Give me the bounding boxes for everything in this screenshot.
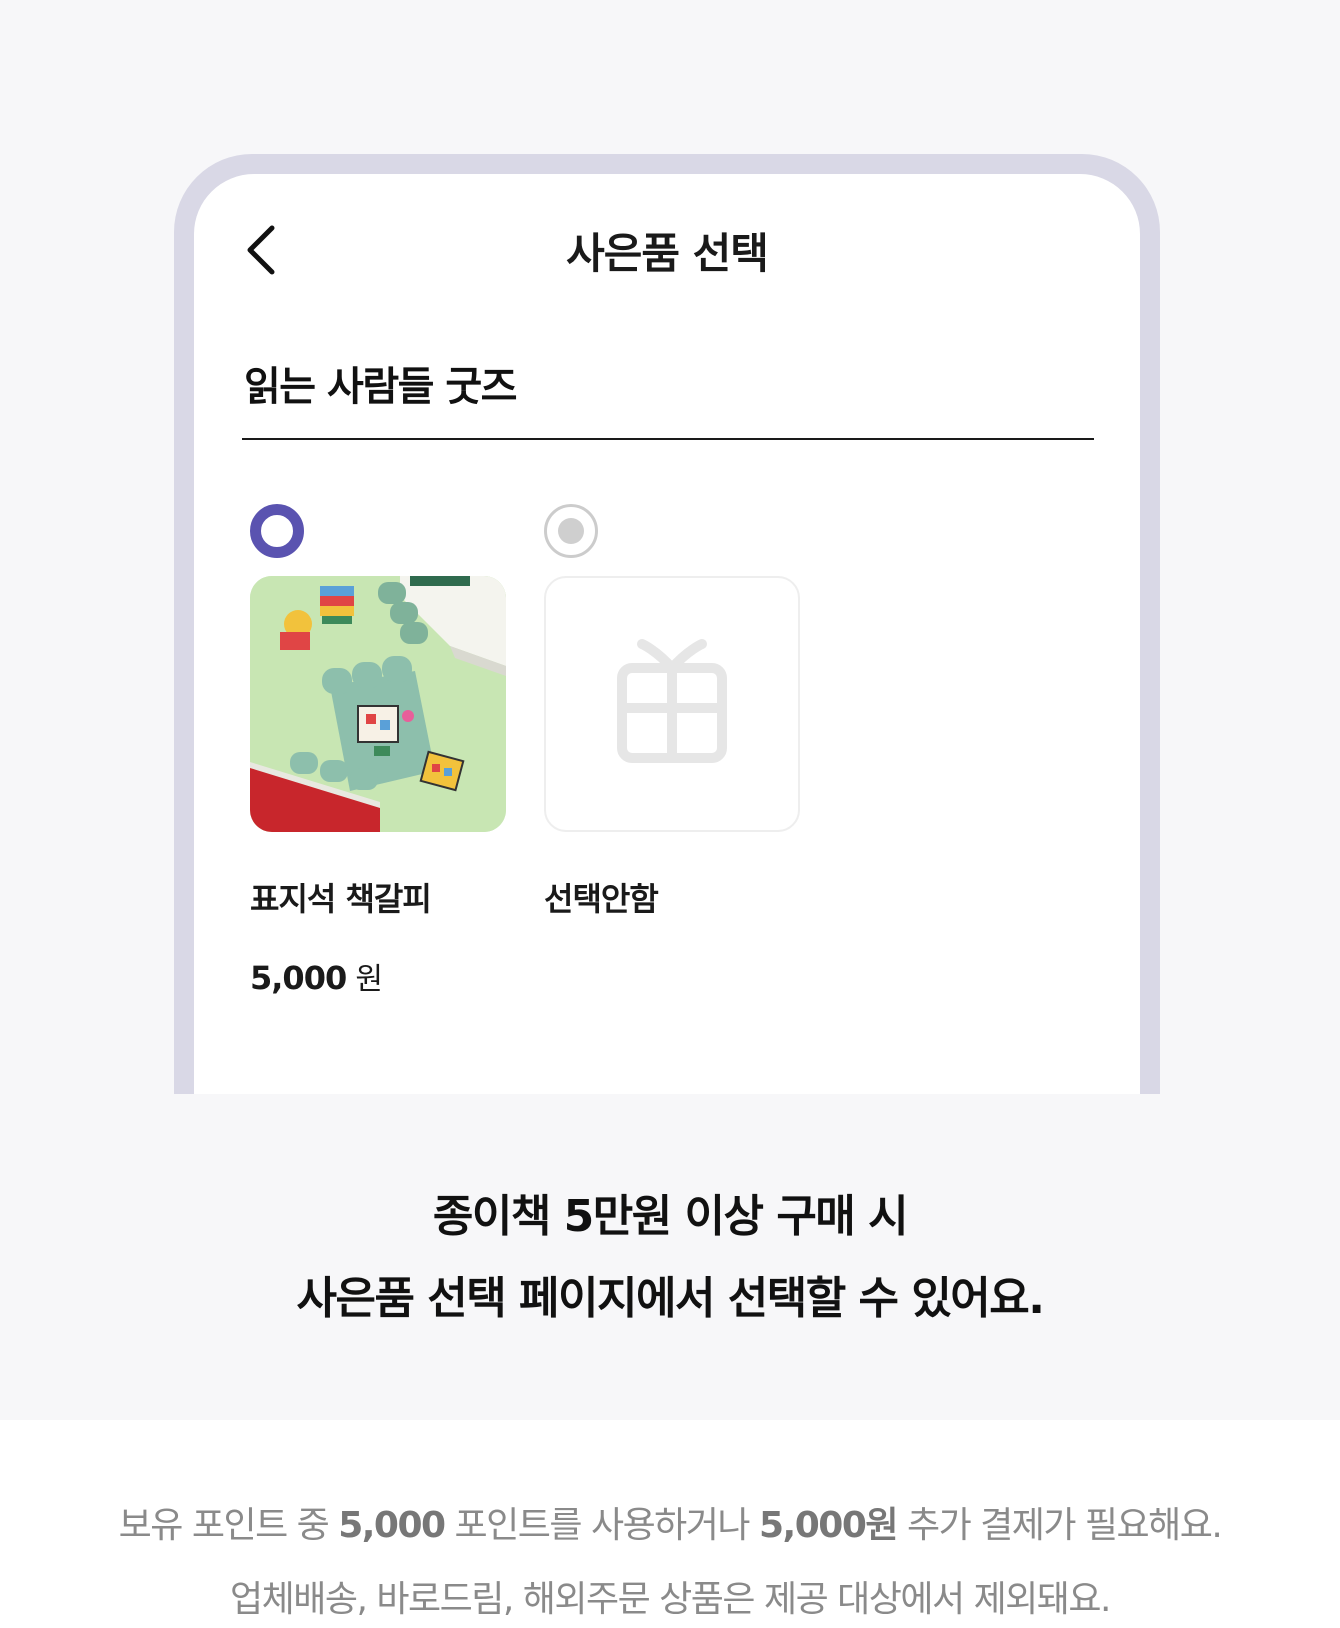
promo-caption-line2: 사은품 선택 페이지에서 선택할 수 있어요. xyxy=(296,1273,1045,1324)
price-value: 5,000 xyxy=(250,959,347,997)
option-price-bookmark: 5,000 원 xyxy=(250,954,383,998)
gift-box-icon xyxy=(617,639,727,763)
bookmark-product-photo xyxy=(250,576,506,832)
product-image-bookmark[interactable] xyxy=(250,576,506,832)
radio-option-bookmark[interactable] xyxy=(250,504,304,558)
section-divider xyxy=(242,438,1094,440)
section-title: 읽는 사람들 굿즈 xyxy=(244,364,517,410)
notice-text: 보유 포인트 중 xyxy=(118,1505,339,1546)
radio-option-none[interactable] xyxy=(544,504,598,558)
page-title: 사은품 선택 xyxy=(566,229,769,278)
promo-caption-line1: 종이책 5만원 이상 구매 시 xyxy=(432,1191,909,1242)
notice-amount: 5,000원 xyxy=(759,1505,899,1546)
notice-points: 5,000 xyxy=(338,1505,446,1546)
product-image-none[interactable] xyxy=(544,576,800,832)
notice-line1: 보유 포인트 중 5,000 포인트를 사용하거나 5,000원 추가 결제가 … xyxy=(0,1496,1340,1548)
option-label-bookmark: 표지석 책갈피 xyxy=(250,880,432,918)
radio-dot xyxy=(558,518,584,544)
notice-text: 포인트를 사용하거나 xyxy=(444,1505,759,1546)
notice-text: 추가 결제가 필요해요. xyxy=(897,1505,1223,1546)
price-unit: 원 xyxy=(355,962,383,997)
notice-line2: 업체배송, 바로드림, 해외주문 상품은 제공 대상에서 제외돼요. xyxy=(230,1579,1112,1620)
option-label-none: 선택안함 xyxy=(544,880,659,918)
